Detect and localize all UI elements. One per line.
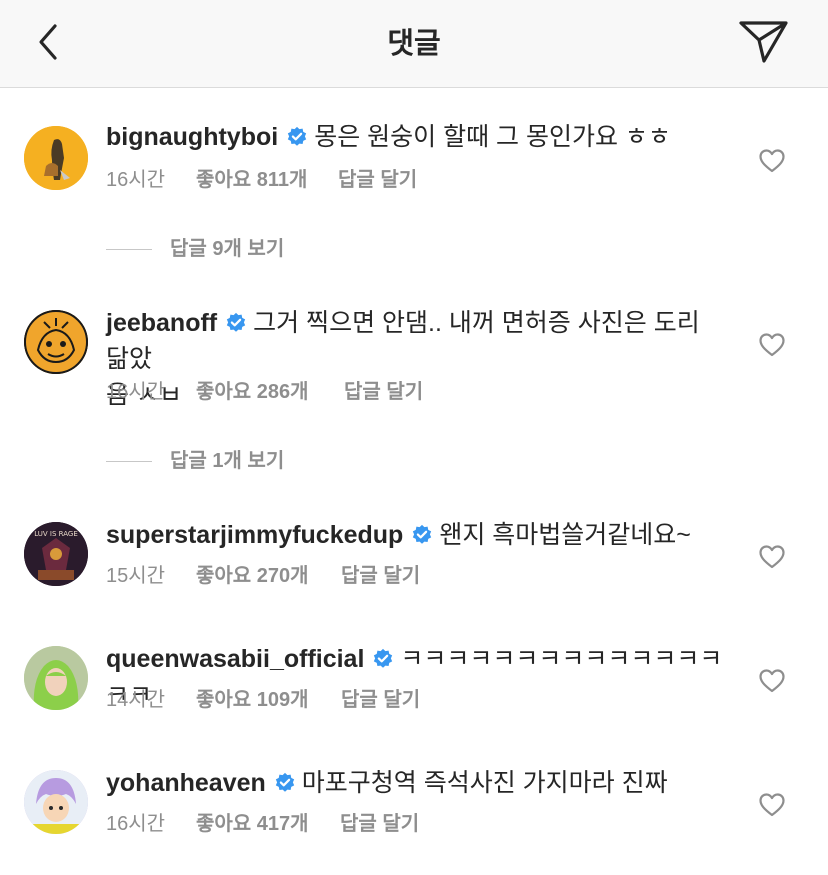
likes-count[interactable]: 좋아요 417개: [196, 812, 309, 836]
verified-badge-icon: [413, 524, 432, 544]
comment-body: superstarjimmyfuckedup 왠지 흑마법쓸거같네요~: [106, 519, 726, 555]
verified-badge-icon: [288, 126, 307, 146]
paper-plane-icon[interactable]: [738, 18, 790, 66]
avatar[interactable]: [24, 126, 88, 190]
avatar[interactable]: [24, 646, 88, 710]
comment-time: 15시간: [106, 565, 166, 587]
comment-time: 16시간: [106, 381, 166, 403]
comment-text: 왠지 흑마법쓸거같네요~: [439, 521, 691, 549]
page-title: 댓글: [387, 28, 441, 60]
verified-badge-icon: [374, 648, 393, 668]
comment-time: 14시간: [106, 689, 166, 711]
avatar[interactable]: [24, 310, 88, 374]
reply-button[interactable]: 답글 달기: [340, 812, 419, 836]
comment-time: 16시간: [106, 169, 166, 191]
heart-icon[interactable]: [759, 669, 785, 693]
heart-icon[interactable]: [759, 793, 785, 817]
reply-button[interactable]: 답글 달기: [341, 564, 420, 588]
comment-time: 16시간: [106, 813, 166, 835]
header-bar: 댓글: [0, 0, 828, 88]
reply-button[interactable]: 답글 달기: [338, 168, 417, 192]
view-replies-label: 답글 9개 보기: [170, 238, 285, 260]
comment-body: bignaughtyboi 몽은 원숭이 할때 그 몽인가요 ㅎㅎ: [106, 121, 726, 157]
view-replies-label: 답글 1개 보기: [170, 450, 285, 472]
verified-badge-icon: [275, 772, 294, 792]
comment-username[interactable]: bignaughtyboi: [106, 123, 278, 151]
avatar[interactable]: [24, 770, 88, 834]
likes-count[interactable]: 좋아요 270개: [196, 564, 309, 588]
likes-count[interactable]: 좋아요 811개: [196, 168, 307, 192]
reply-button[interactable]: 답글 달기: [341, 688, 420, 712]
avatar[interactable]: LUV IS RAGE: [24, 522, 88, 586]
likes-count[interactable]: 좋아요 109개: [196, 688, 309, 712]
comment-username[interactable]: yohanheaven: [106, 769, 266, 797]
comment-username[interactable]: jeebanoff: [106, 309, 217, 337]
verified-badge-icon: [226, 312, 246, 332]
likes-count[interactable]: 좋아요 286개: [196, 380, 309, 404]
comment-username[interactable]: superstarjimmyfuckedup: [106, 521, 403, 549]
heart-icon[interactable]: [759, 333, 785, 357]
heart-icon[interactable]: [759, 149, 785, 173]
divider: [106, 461, 152, 462]
comment-text: 마포구청역 즉석사진 가지마라 진짜: [301, 769, 668, 797]
avatar-caption: LUV IS RAGE: [34, 530, 78, 538]
comment-username[interactable]: queenwasabii_official: [106, 645, 364, 673]
comment-body: yohanheaven 마포구청역 즉석사진 가지마라 진짜: [106, 767, 726, 803]
divider: [106, 249, 152, 250]
heart-icon[interactable]: [759, 545, 785, 569]
reply-button[interactable]: 답글 달기: [344, 380, 423, 404]
comment-text: 몽은 원숭이 할때 그 몽인가요 ㅎㅎ: [314, 123, 671, 151]
